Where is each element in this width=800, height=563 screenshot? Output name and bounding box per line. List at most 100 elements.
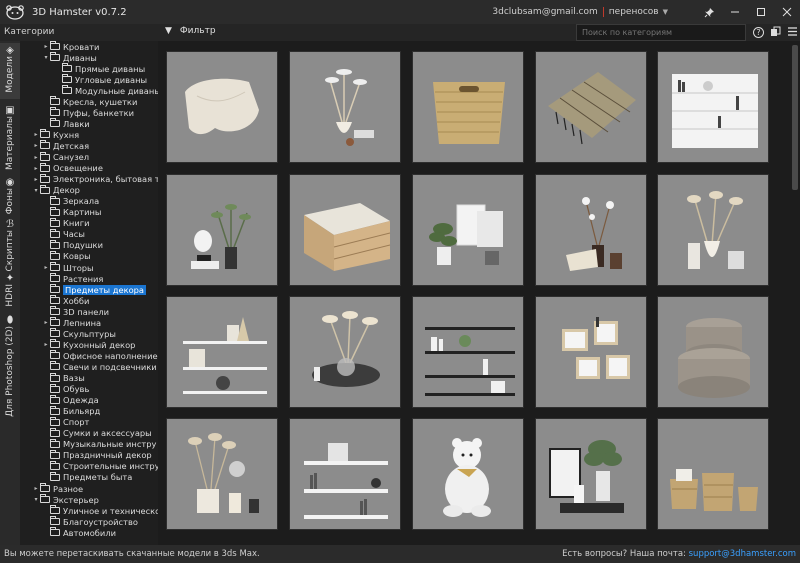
- tree-item[interactable]: ▸ Детская: [32, 140, 89, 151]
- tree-item[interactable]: Предметы быта: [42, 471, 132, 483]
- expand-down-icon[interactable]: ▾: [42, 54, 50, 61]
- tree-item[interactable]: ▸ Лепнина: [42, 317, 101, 328]
- tree-item[interactable]: Растения: [42, 273, 103, 284]
- maximize-button[interactable]: [748, 0, 774, 24]
- minimize-button[interactable]: [722, 0, 748, 24]
- expand-right-icon[interactable]: ▸: [32, 154, 40, 161]
- tree-item[interactable]: Вазы: [42, 372, 85, 384]
- tree-item[interactable]: ▸ Кухня: [32, 129, 79, 140]
- model-thumbnail-plant-lamp-set[interactable]: [166, 174, 278, 286]
- tree-item[interactable]: Уличное и техническо: [42, 505, 158, 516]
- model-thumbnail-pampas-table-set[interactable]: [289, 296, 401, 408]
- tree-item[interactable]: Угловые диваны: [54, 74, 147, 85]
- tree-item[interactable]: Часы: [42, 228, 85, 240]
- tree-item[interactable]: Музыкальные инстру: [42, 438, 156, 450]
- model-thumbnail-white-bear[interactable]: [412, 418, 524, 530]
- copy-icon[interactable]: [770, 26, 781, 40]
- tree-item[interactable]: Модульные диваны: [54, 85, 158, 96]
- tree-item[interactable]: Автомобили: [42, 527, 116, 538]
- account-email[interactable]: 3dclubsam@gmail.com: [492, 7, 597, 17]
- model-thumbnail-pampas-vase-set[interactable]: [289, 51, 401, 163]
- expand-right-icon[interactable]: ▸: [42, 43, 50, 50]
- model-thumbnail-throw-blanket[interactable]: [166, 51, 278, 163]
- tab-models[interactable]: ◈ Модели: [0, 43, 20, 99]
- tree-item[interactable]: ▸ Электроника, бытовая тех: [32, 173, 158, 185]
- tab-scripts[interactable]: ℬ Скрипты: [0, 217, 20, 272]
- expand-right-icon[interactable]: ▸: [42, 264, 50, 271]
- tree-item[interactable]: 3D панели: [42, 306, 109, 317]
- model-thumbnail-wicker-basket[interactable]: [412, 51, 524, 163]
- help-icon[interactable]: ?: [753, 27, 764, 38]
- close-button[interactable]: [774, 0, 800, 24]
- tree-item[interactable]: Книги: [42, 217, 89, 229]
- tree-item[interactable]: Обувь: [42, 383, 89, 395]
- tab-materials[interactable]: ▣ Материалы: [0, 103, 20, 171]
- tab-photoshop[interactable]: ⬮ Для Photoshop (2D): [0, 313, 20, 433]
- expand-down-icon[interactable]: ▾: [32, 187, 40, 194]
- tree-item[interactable]: Пуфы, банкетки: [42, 107, 134, 118]
- tree-item[interactable]: ▸ Освещение: [32, 162, 103, 174]
- tree-item[interactable]: Картины: [42, 206, 101, 218]
- model-preview-image: [658, 52, 768, 162]
- tree-item[interactable]: Спорт: [42, 416, 89, 428]
- model-preview-image: [658, 175, 768, 285]
- tree-item[interactable]: Свечи и подсвечники: [42, 361, 157, 372]
- tree-item[interactable]: Ковры: [42, 250, 91, 262]
- tree-item[interactable]: ▾ Экстерьер: [32, 494, 99, 505]
- expand-right-icon[interactable]: ▸: [32, 131, 40, 138]
- expand-down-icon[interactable]: ▾: [32, 496, 40, 503]
- expand-right-icon[interactable]: ▸: [42, 341, 50, 348]
- tree-item[interactable]: Кресла, кушетки: [42, 96, 137, 107]
- tree-item[interactable]: Благоустройство: [42, 516, 138, 527]
- pin-icon[interactable]: [696, 0, 722, 24]
- expand-right-icon[interactable]: ▸: [32, 485, 40, 492]
- tree-item[interactable]: Лавки: [42, 118, 90, 129]
- tree-item[interactable]: Офисное наполнение: [42, 350, 158, 361]
- model-thumbnail-pampas-candles-set[interactable]: [657, 174, 769, 286]
- model-thumbnail-bookshelf-decor[interactable]: [166, 296, 278, 408]
- expand-right-icon[interactable]: ▸: [32, 176, 40, 183]
- tree-item[interactable]: ▾ Декор: [32, 184, 80, 196]
- model-thumbnail-shelf-decor[interactable]: [657, 51, 769, 163]
- model-thumbnail-dried-flowers-set[interactable]: [166, 418, 278, 530]
- tree-item[interactable]: ▸ Шторы: [42, 262, 94, 273]
- expand-right-icon[interactable]: ▸: [32, 165, 40, 172]
- filter-toggle[interactable]: ▼ Фильтр: [165, 26, 216, 36]
- tab-hdri[interactable]: ✦ HDRI: [0, 271, 20, 311]
- tree-item[interactable]: Бильярд: [42, 405, 100, 417]
- tree-item[interactable]: ▸ Разное: [32, 483, 83, 494]
- model-thumbnail-white-shelves-books[interactable]: [289, 418, 401, 530]
- model-thumbnail-baskets-set[interactable]: [657, 418, 769, 530]
- tree-item[interactable]: Предметы декора: [42, 284, 147, 295]
- menu-icon[interactable]: [787, 26, 798, 40]
- tab-backgrounds[interactable]: ◉ Фоны: [0, 175, 20, 215]
- model-thumbnail-plaid-blanket[interactable]: [535, 51, 647, 163]
- category-search-input[interactable]: [576, 24, 746, 41]
- tree-item[interactable]: Прямые диваны: [54, 63, 145, 74]
- tree-item[interactable]: ▸ Кровати: [42, 41, 99, 52]
- script-icon: ℬ: [6, 219, 14, 230]
- tree-item[interactable]: Подушки: [42, 239, 103, 251]
- tree-item[interactable]: Хобби: [42, 295, 89, 306]
- tree-item[interactable]: Праздничный декор: [42, 449, 152, 461]
- grid-scrollbar[interactable]: [792, 45, 798, 190]
- tree-item[interactable]: ▸ Санузел: [32, 151, 89, 163]
- tree-item[interactable]: Одежда: [42, 394, 99, 406]
- model-thumbnail-cotton-branch-set[interactable]: [535, 174, 647, 286]
- model-thumbnail-plants-frames-set[interactable]: [412, 174, 524, 286]
- model-thumbnail-wooden-crate[interactable]: [289, 174, 401, 286]
- tree-item[interactable]: Сумки и аксессуары: [42, 427, 152, 439]
- transfers-dropdown[interactable]: переносов ▼: [609, 7, 668, 17]
- model-thumbnail-black-shelves[interactable]: [412, 296, 524, 408]
- expand-right-icon[interactable]: ▸: [32, 142, 40, 149]
- expand-right-icon[interactable]: ▸: [42, 319, 50, 326]
- tree-item[interactable]: Скульптуры: [42, 328, 116, 339]
- model-thumbnail-plant-tray-set[interactable]: [535, 418, 647, 530]
- model-thumbnail-cube-shelves[interactable]: [535, 296, 647, 408]
- tree-item[interactable]: ▾ Диваны: [42, 52, 97, 63]
- model-thumbnail-round-boxes[interactable]: [657, 296, 769, 408]
- tree-item[interactable]: Зеркала: [42, 195, 99, 207]
- tree-item[interactable]: ▸ Кухонный декор: [42, 339, 135, 350]
- support-email-link[interactable]: support@3dhamster.com: [689, 549, 796, 559]
- tree-item[interactable]: Строительные инстру: [42, 460, 158, 472]
